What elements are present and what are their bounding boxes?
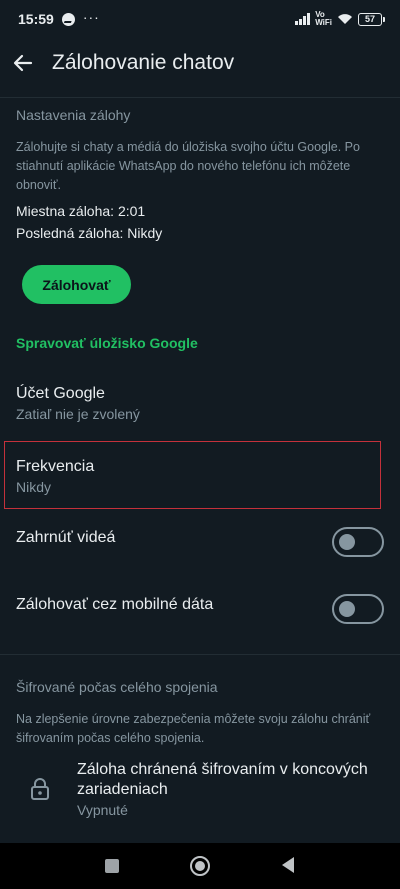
mobile-data-toggle[interactable] [332,594,384,624]
recents-button[interactable] [105,859,119,873]
frequency-title: Frekvencia [16,458,95,475]
backup-description: Zálohujte si chaty a médiá do úložiska s… [16,140,360,192]
google-account-title: Účet Google [16,385,105,402]
toggle-knob [339,601,355,617]
battery-icon: 57 [358,12,385,26]
app-bar: Zálohovanie chatov [0,38,400,88]
encryption-backup-title[interactable]: Záloha chránená šifrovaním v koncových z… [77,760,387,800]
encryption-backup-status: Vypnuté [77,802,128,818]
manage-google-storage-link[interactable]: Spravovať úložisko Google [16,335,198,351]
cell-signal-icon [295,13,311,25]
mobile-data-row[interactable]: Zálohovať cez mobilné dáta [0,582,400,640]
local-backup-info: Miestna záloha: 2:01 [16,203,146,219]
arrow-left-icon [13,54,33,72]
back-button[interactable] [0,40,46,86]
mobile-data-title: Zálohovať cez mobilné dáta [16,596,214,613]
lock-icon [31,778,49,800]
frequency-row[interactable]: Frekvencia Nikdy [0,448,400,504]
include-videos-row[interactable]: Zahrnúť videá [0,515,400,573]
system-nav-bar [0,843,400,889]
include-videos-title: Zahrnúť videá [16,529,116,546]
divider [0,97,400,98]
messenger-notification-icon [61,12,75,26]
wifi-icon [338,14,352,24]
frequency-subtitle: Nikdy [16,479,52,495]
include-videos-toggle[interactable] [332,527,384,557]
section-header-encryption: Šifrované počas celého spojenia [16,679,218,695]
nav-back-button[interactable] [282,857,294,873]
encryption-description: Na zlepšenie úrovne zabezpečenia môžete … [16,712,371,745]
toggle-knob [339,534,355,550]
google-account-subtitle: Zatiaľ nie je zvolený [16,406,140,422]
home-button[interactable] [190,856,210,876]
vowifi-indicator: Vo WiFi [315,10,332,27]
backup-button[interactable]: Zálohovať [22,265,131,304]
status-time: 15:59 [18,11,54,27]
status-bar: 15:59 ··· Vo WiFi 57 [0,0,400,38]
page-title: Zálohovanie chatov [52,51,235,74]
divider [0,654,400,655]
home-icon [195,861,205,871]
google-account-row[interactable]: Účet Google Zatiaľ nie je zvolený [0,375,400,435]
section-header-backup-settings: Nastavenia zálohy [16,107,131,123]
last-backup-info: Posledná záloha: Nikdy [16,225,163,241]
more-notifications-icon: ··· [82,9,100,25]
